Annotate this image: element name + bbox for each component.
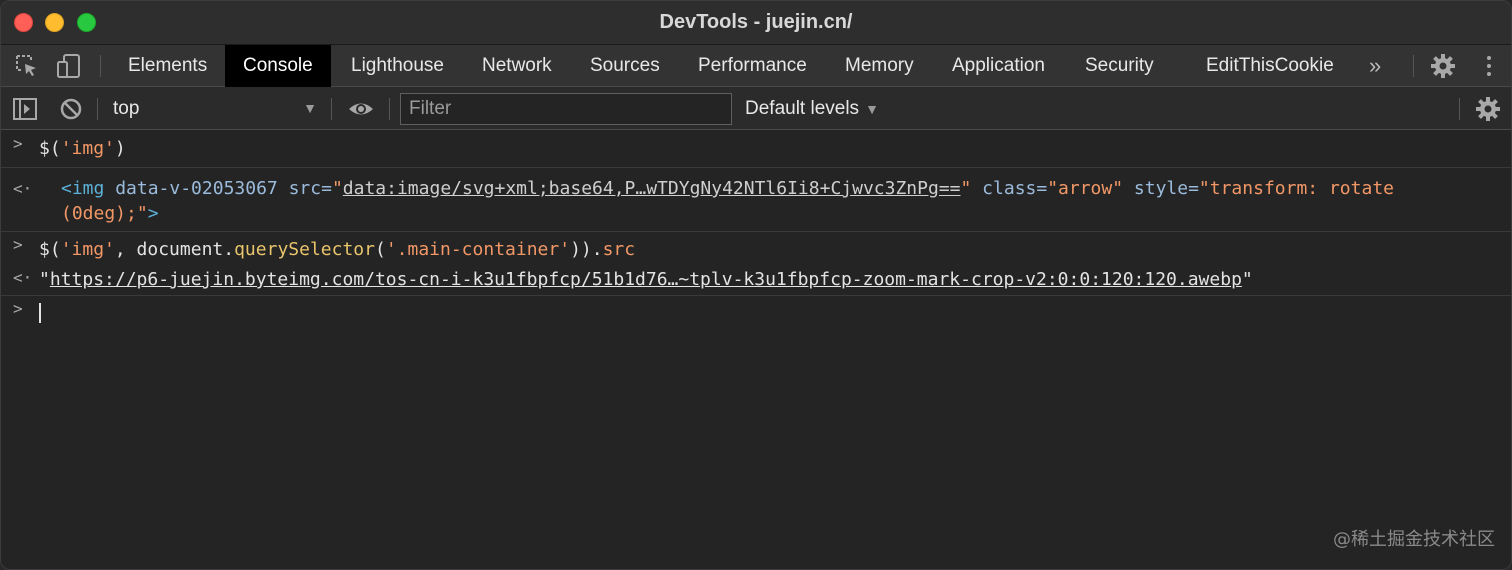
log-levels-dropdown[interactable]: Default levels ▼ [745, 87, 879, 130]
toolbar-divider [389, 98, 390, 120]
console-input-line: > $('img', document.querySelector('.main… [1, 232, 1511, 265]
tab-application[interactable]: Application [934, 45, 1063, 87]
code-string: 'img' [60, 239, 115, 260]
toolbar-divider [1413, 55, 1414, 77]
more-options-icon[interactable] [1476, 53, 1502, 79]
console-input-line: > $('img') [1, 131, 1511, 168]
title-bar: DevTools - juejin.cn/ [1, 1, 1511, 45]
toolbar-divider [100, 55, 101, 77]
code-string: '.main-container' [385, 239, 571, 260]
panel-tabs-bar: Elements Console Lighthouse Network Sour… [1, 45, 1511, 87]
image-url-link[interactable]: https://p6-juejin.byteimg.com/tos-cn-i-k… [50, 269, 1242, 290]
code-text: ( [374, 239, 386, 260]
tab-elements[interactable]: Elements [110, 45, 225, 87]
code-method: querySelector [234, 239, 375, 260]
code-text: ) [114, 138, 126, 159]
html-tag: <img [61, 178, 105, 199]
prompt-chevron-icon: > [13, 299, 23, 318]
console-output[interactable]: > $('img') <· <img data-v-02053067 src="… [1, 131, 1511, 569]
live-expression-eye-icon[interactable] [347, 96, 373, 122]
tab-console[interactable]: Console [225, 45, 331, 87]
code-string: 'img' [60, 138, 115, 159]
device-toolbar-icon[interactable] [56, 53, 82, 79]
show-sidebar-icon[interactable] [12, 96, 38, 122]
string-quote: " [1241, 269, 1253, 290]
html-attr-name: style= [1123, 178, 1199, 199]
console-toolbar: top ▼ Filter Default levels ▼ [1, 87, 1511, 130]
watermark: @稀土掘金技术社区 [1333, 529, 1495, 550]
input-chevron-icon: > [13, 134, 23, 153]
html-attr-value: "arrow" [1047, 178, 1124, 199]
inspect-element-icon[interactable] [14, 53, 40, 79]
string-quote: " [39, 269, 50, 290]
javascript-context-select[interactable]: top ▼ [101, 87, 323, 130]
html-attr-quote: " [960, 178, 972, 199]
tab-editthiscookie[interactable]: EditThisCookie [1188, 45, 1352, 87]
html-attr-quote: " [331, 178, 343, 199]
html-attr-name: class= [971, 178, 1048, 199]
tab-performance[interactable]: Performance [680, 45, 825, 87]
console-settings-gear-icon[interactable] [1475, 96, 1501, 122]
tab-sources[interactable]: Sources [572, 45, 678, 87]
window-title: DevTools - juejin.cn/ [659, 11, 853, 33]
console-prompt-line[interactable]: > [1, 296, 1511, 325]
settings-gear-icon[interactable] [1430, 53, 1456, 79]
tab-lighthouse[interactable]: Lighthouse [333, 45, 462, 87]
input-chevron-icon: > [13, 235, 23, 254]
context-value: top [113, 98, 140, 119]
code-property: src [602, 239, 636, 260]
result-arrow-icon: <· [13, 179, 33, 198]
code-text: $( [39, 138, 61, 159]
tab-network[interactable]: Network [464, 45, 570, 87]
chevron-down-icon: ▼ [303, 100, 317, 116]
html-tag: > [147, 203, 159, 224]
data-url-link[interactable]: data:image/svg+xml;base64,P…wTDYgNy42NTl… [343, 178, 961, 199]
toolbar-divider [1459, 98, 1460, 120]
console-result-line[interactable]: <· "https://p6-juejin.byteimg.com/tos-cn… [1, 265, 1511, 296]
code-text: , document. [114, 239, 235, 260]
result-arrow-icon: <· [13, 268, 33, 287]
text-cursor [39, 303, 41, 323]
toolbar-divider [97, 98, 98, 120]
log-levels-label: Default levels [745, 98, 860, 119]
code-text: $( [39, 239, 61, 260]
clear-console-icon[interactable] [58, 96, 84, 122]
devtools-window: DevTools - juejin.cn/ Elements Console L… [0, 0, 1512, 570]
toolbar-divider [331, 98, 332, 120]
chevron-down-icon: ▼ [865, 101, 879, 117]
tab-security[interactable]: Security [1067, 45, 1172, 87]
filter-input[interactable]: Filter [400, 93, 732, 125]
more-tabs-button[interactable]: » [1351, 45, 1399, 87]
html-attr-name: src= [277, 178, 332, 199]
code-text: )). [570, 239, 603, 260]
tab-memory[interactable]: Memory [827, 45, 932, 87]
console-result-line[interactable]: <· <img data-v-02053067 src="data:image/… [1, 168, 1511, 232]
html-attr-name: data-v-02053067 [104, 178, 278, 199]
